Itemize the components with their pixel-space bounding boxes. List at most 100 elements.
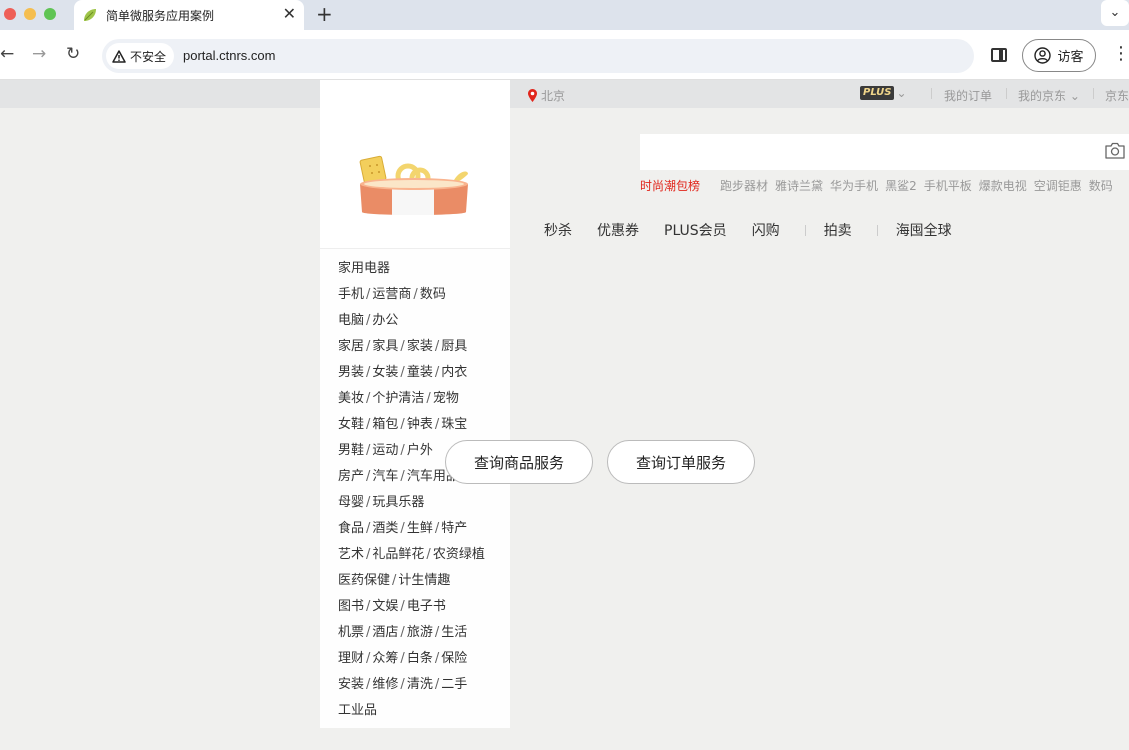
category-link[interactable]: 童装 [407,365,433,380]
category-link[interactable]: 内衣 [441,365,467,380]
zoom-window-button[interactable] [44,8,56,20]
category-link[interactable]: 特产 [441,521,467,536]
category-link[interactable]: 运营商 [372,287,411,302]
category-link[interactable]: 户外 [407,443,433,458]
category-link[interactable]: 清洗 [407,677,433,692]
camera-icon[interactable] [1105,142,1125,159]
hot-word-link[interactable]: 空调钜惠 [1034,179,1082,193]
search-input[interactable] [640,134,1129,170]
nav-plus[interactable]: PLUS会员 [664,220,727,240]
hot-word-link[interactable]: 时尚潮包榜 [640,179,700,193]
location-selector[interactable]: 北京 [528,87,565,104]
category-link[interactable]: 二手 [441,677,467,692]
category-link[interactable]: 维修 [372,677,398,692]
category-link[interactable]: 女鞋 [338,417,364,432]
my-jd-label: 我的京东 [1018,89,1067,103]
category-link[interactable]: 白条 [407,651,433,666]
hot-word-link[interactable]: 黑鲨2 [885,179,917,193]
category-link[interactable]: 箱包 [372,417,398,432]
category-link[interactable]: 工业品 [338,703,377,718]
category-separator: / [434,651,440,666]
category-link[interactable]: 农资绿植 [433,547,485,562]
category-link[interactable]: 保险 [441,651,467,666]
nav-flash-sale[interactable]: 闪购 [752,220,780,240]
reload-icon[interactable]: ↻ [66,44,80,64]
more-menu-icon[interactable]: ⋮ [1112,44,1129,64]
main-nav: 秒杀 优惠券 PLUS会员 闪购 拍卖 海囤全球 [544,220,977,240]
close-window-button[interactable] [4,8,16,20]
category-link[interactable]: 机票 [338,625,364,640]
category-link[interactable]: 礼品鲜花 [372,547,424,562]
category-link[interactable]: 艺术 [338,547,364,562]
my-jd-link[interactable]: 我的京东 ⌄ [1018,87,1080,104]
category-link[interactable]: 汽车 [372,469,398,484]
profile-label: 访客 [1057,50,1084,65]
category-link[interactable]: 珠宝 [441,417,467,432]
hot-word-link[interactable]: 手机平板 [924,179,972,193]
category-link[interactable]: 家居 [338,339,364,354]
hot-word-link[interactable]: 跑步器材 [720,179,768,193]
category-link[interactable]: 电脑 [338,313,364,328]
nav-global[interactable]: 海囤全球 [896,220,952,240]
hot-word-link[interactable]: 爆款电视 [979,179,1027,193]
jd-link[interactable]: 京东 [1105,87,1129,104]
site-top-bar: 北京 PLUS ⌄ 我的订单 我的京东 ⌄ 京东 [0,80,1129,108]
category-link[interactable]: 运动 [372,443,398,458]
minimize-window-button[interactable] [24,8,36,20]
hot-word-link[interactable]: 雅诗兰黛 [775,179,823,193]
category-link[interactable]: 安装 [338,677,364,692]
category-link[interactable]: 宠物 [433,391,459,406]
close-tab-icon[interactable]: ✕ [283,4,296,24]
security-indicator[interactable]: 不安全 [106,43,175,69]
profile-button[interactable]: 访客 [1022,39,1096,72]
category-link[interactable]: 旅游 [407,625,433,640]
query-goods-service-button[interactable]: 查询商品服务 [445,440,593,484]
my-orders-link[interactable]: 我的订单 [944,87,992,104]
plus-member-link[interactable]: PLUS ⌄ [860,86,907,100]
category-separator: / [434,417,440,432]
category-link[interactable]: 房产 [338,469,364,484]
category-link[interactable]: 母婴 [338,495,364,510]
category-link[interactable]: 理财 [338,651,364,666]
category-separator: / [400,677,405,692]
category-link[interactable]: 女装 [372,365,398,380]
category-link[interactable]: 酒类 [372,521,398,536]
forward-arrow-icon[interactable]: → [32,44,46,64]
category-link[interactable]: 家具 [372,339,398,354]
nav-auction[interactable]: 拍卖 [824,220,852,240]
category-link[interactable]: 数码 [420,287,446,302]
tab-search-button[interactable]: ⌄ [1101,0,1129,26]
category-link[interactable]: 家装 [407,339,433,354]
category-link[interactable]: 生鲜 [407,521,433,536]
query-orders-service-button[interactable]: 查询订单服务 [607,440,755,484]
category-link[interactable]: 玩具乐器 [372,495,424,510]
category-link[interactable]: 食品 [338,521,364,536]
category-link[interactable]: 图书 [338,599,364,614]
category-link[interactable]: 钟表 [407,417,433,432]
category-link[interactable]: 男鞋 [338,443,364,458]
browser-tab[interactable]: 简单微服务应用案例 ✕ [74,0,304,30]
address-bar[interactable]: 不安全 portal.ctnrs.com [102,39,974,73]
category-link[interactable]: 手机 [338,287,364,302]
category-link[interactable]: 家用电器 [338,261,390,276]
url-text[interactable]: portal.ctnrs.com [183,48,275,63]
nav-coupons[interactable]: 优惠券 [597,220,639,240]
category-link[interactable]: 生活 [441,625,467,640]
side-panel-icon[interactable] [991,48,1007,62]
back-arrow-icon[interactable]: ← [0,44,14,64]
category-link[interactable]: 办公 [372,313,398,328]
new-tab-button[interactable]: + [316,2,333,26]
category-link[interactable]: 厨具 [441,339,467,354]
category-link[interactable]: 男装 [338,365,364,380]
nav-seckill[interactable]: 秒杀 [544,220,572,240]
category-link[interactable]: 电子书 [407,599,446,614]
category-link[interactable]: 酒店 [372,625,398,640]
category-link[interactable]: 计生情趣 [398,573,450,588]
category-link[interactable]: 众筹 [372,651,398,666]
hot-word-link[interactable]: 华为手机 [830,179,878,193]
hot-word-link[interactable]: 数码 [1089,179,1113,193]
category-link[interactable]: 个护清洁 [372,391,424,406]
category-link[interactable]: 美妆 [338,391,364,406]
category-link[interactable]: 医药保健 [338,573,390,588]
category-link[interactable]: 文娱 [372,599,398,614]
